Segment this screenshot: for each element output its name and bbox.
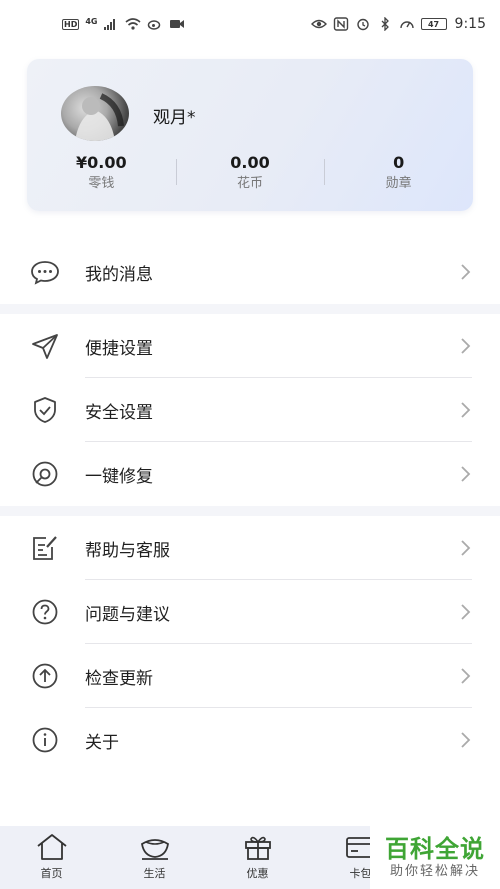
nfc-icon: [333, 17, 348, 31]
upload-icon: [30, 661, 60, 691]
menu-label: 问题与建议: [85, 604, 170, 625]
stat-value: ¥0.00: [76, 153, 127, 172]
menu-item-one-click-repair[interactable]: 一键修复: [0, 442, 500, 506]
cup-icon: [140, 839, 169, 860]
status-left: HD 4G: [62, 17, 185, 31]
tab-life[interactable]: 生活: [103, 826, 206, 889]
menu-group-settings: 便捷设置 安全设置 一键修复: [0, 314, 500, 506]
stat-wallet[interactable]: ¥0.00 零钱: [27, 151, 176, 195]
profile-stats: ¥0.00 零钱 0.00 花币 0 勋章: [27, 151, 473, 195]
chevron-right-icon: [461, 540, 471, 556]
tab-offers[interactable]: 优惠: [206, 826, 309, 889]
wifi-icon: [125, 18, 142, 30]
watermark-title: 百科全说: [385, 834, 485, 863]
tab-label: 优惠: [246, 867, 269, 880]
alarm-icon: [356, 18, 369, 31]
chevron-right-icon: [461, 668, 471, 684]
stat-value: 0: [393, 153, 405, 172]
tab-label: 首页: [40, 867, 63, 880]
hd-badge: HD: [62, 18, 80, 30]
chevron-right-icon: [461, 402, 471, 418]
menu-label: 检查更新: [85, 668, 153, 689]
menu-item-check-update[interactable]: 检查更新: [0, 644, 500, 708]
network-type: 4G: [85, 16, 98, 26]
send-icon: [30, 331, 60, 361]
video-icon: [170, 20, 185, 28]
avatar[interactable]: [61, 86, 129, 141]
menu-group-messages: 我的消息: [0, 240, 500, 304]
tab-label: 生活: [143, 867, 166, 880]
battery-indicator: 47: [420, 18, 447, 30]
menu-item-security-settings[interactable]: 安全设置: [0, 378, 500, 442]
edit-icon: [30, 533, 60, 563]
menu-item-help[interactable]: 帮助与客服: [0, 516, 500, 580]
menu-label: 便捷设置: [85, 338, 153, 359]
menu-label: 关于: [85, 732, 119, 753]
menu-label: 我的消息: [85, 264, 153, 285]
chevron-right-icon: [461, 732, 471, 748]
group-divider: [0, 304, 500, 314]
profile-card[interactable]: 观月* ¥0.00 零钱 0.00 花币 0 勋章: [27, 59, 473, 211]
menu-label: 安全设置: [85, 402, 153, 423]
stat-label: 零钱: [88, 176, 115, 191]
tab-home[interactable]: 首页: [0, 826, 103, 889]
message-icon: [30, 257, 60, 287]
menu-item-quick-settings[interactable]: 便捷设置: [0, 314, 500, 378]
stat-value: 0.00: [230, 153, 270, 172]
menu-group-support: 帮助与客服 问题与建议 检查更新 关于: [0, 516, 500, 772]
stat-label: 花币: [237, 176, 264, 191]
eye-icon: [310, 19, 327, 29]
repair-icon: [30, 459, 60, 489]
avatar-image: [75, 93, 124, 141]
stat-coins[interactable]: 0.00 花币: [175, 151, 325, 195]
clock: 9:15: [454, 16, 486, 32]
chevron-right-icon: [461, 466, 471, 482]
gift-icon: [244, 836, 271, 860]
chevron-right-icon: [461, 264, 471, 280]
status-right: 47 9:15: [310, 16, 486, 32]
tab-label: 卡包: [349, 867, 372, 880]
signal-icon: [104, 19, 116, 30]
home-icon: [36, 834, 67, 860]
stat-label: 勋章: [385, 176, 412, 191]
menu-label: 帮助与客服: [85, 540, 170, 561]
question-icon: [30, 597, 60, 627]
weibo-icon: [148, 20, 161, 30]
status-bar: HD 4G 47 9:15: [0, 0, 500, 48]
menu-label: 一键修复: [85, 466, 153, 487]
menu-item-about[interactable]: 关于: [0, 708, 500, 772]
watermark: 百科全说 助你轻松解决: [370, 826, 500, 889]
menu-item-feedback[interactable]: 问题与建议: [0, 580, 500, 644]
chevron-right-icon: [461, 604, 471, 620]
stat-medals[interactable]: 0 勋章: [324, 151, 473, 195]
username[interactable]: 观月*: [153, 103, 196, 128]
speed-icon: [399, 21, 414, 29]
shield-icon: [30, 395, 60, 425]
group-divider: [0, 506, 500, 516]
chevron-right-icon: [461, 338, 471, 354]
menu-item-messages[interactable]: 我的消息: [0, 240, 500, 304]
bluetooth-icon: [381, 17, 389, 31]
info-icon: [30, 725, 60, 755]
watermark-subtitle: 助你轻松解决: [389, 863, 480, 879]
